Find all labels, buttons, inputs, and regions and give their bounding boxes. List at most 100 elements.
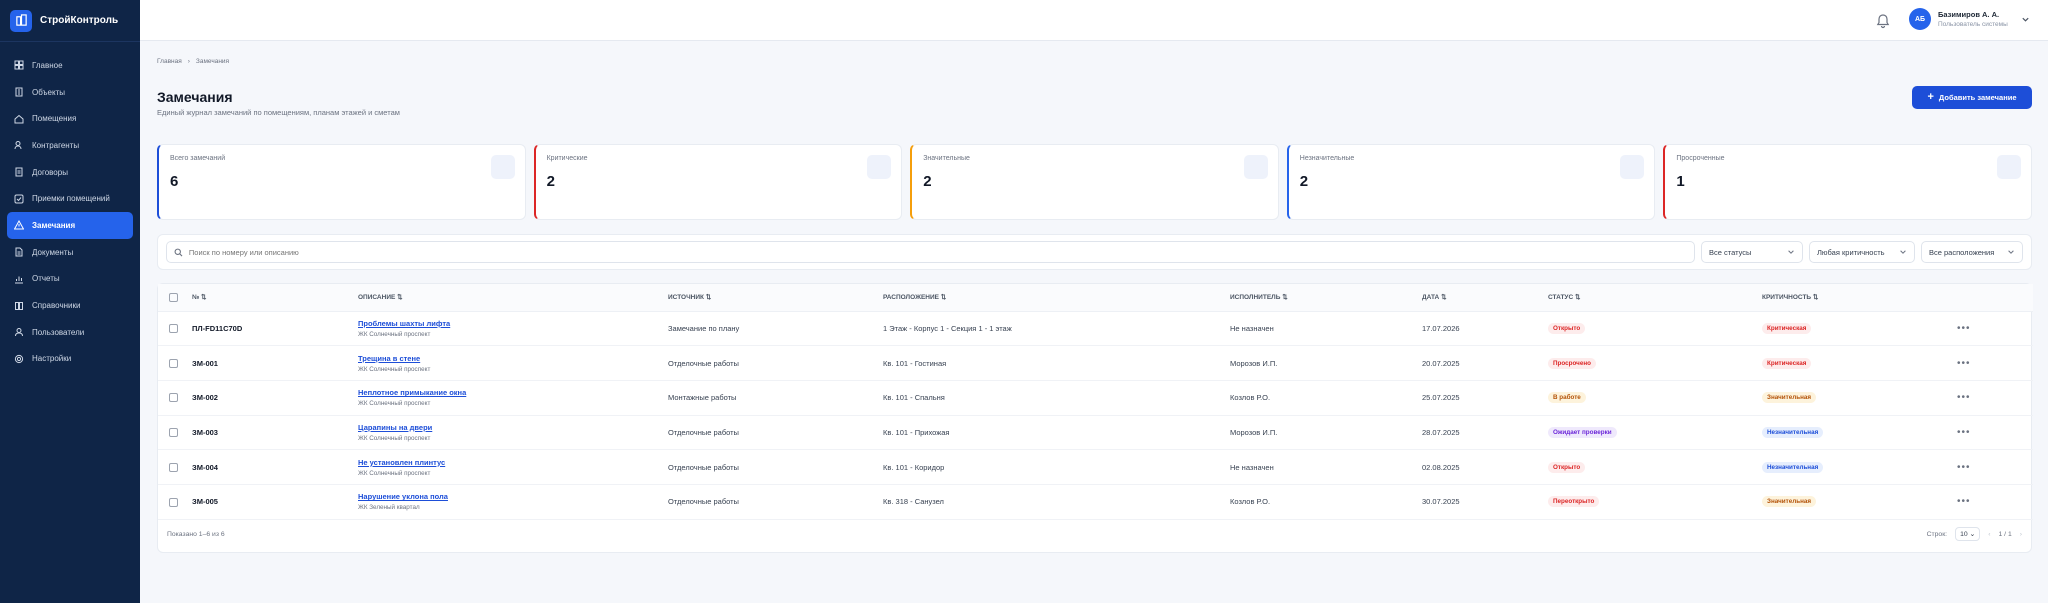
column-severity[interactable]: КРИТИЧНОСТЬ ⇅ (1762, 284, 1957, 312)
table-row[interactable]: ПЛ-FD11C70D Проблемы шахты лифта ЖК Солнеч… (158, 311, 2033, 347)
more-icon[interactable]: ••• (1957, 323, 1971, 334)
sidebar-item-label: Контрагенты (32, 140, 80, 150)
column-status[interactable]: СТАТУС ⇅ (1548, 284, 1762, 312)
location-filter[interactable]: Все расположения (1921, 241, 2023, 263)
column-number[interactable]: № ⇅ (192, 284, 358, 312)
column-actions (1957, 284, 2033, 312)
user-menu[interactable]: АБ Базимиров А. А. Пользователь системы (1909, 8, 2030, 30)
more-icon[interactable]: ••• (1957, 358, 1971, 369)
remark-title-link[interactable]: Не установлен плинтус (358, 458, 668, 467)
remark-title-link[interactable]: Нарушение уклона пола (358, 492, 668, 501)
gear-icon (14, 354, 24, 364)
column-source[interactable]: ИСТОЧНИК ⇅ (668, 284, 883, 312)
stat-card: Просроченные 1 (1663, 144, 2032, 220)
remark-date: 02.08.2025 (1422, 449, 1548, 485)
sidebar-item-label: Справочники (32, 301, 81, 311)
severity-badge: Критическая (1762, 357, 1812, 369)
grid-icon (14, 60, 24, 70)
column-date[interactable]: ДАТА ⇅ (1422, 284, 1548, 312)
remark-assignee: Не назначен (1230, 449, 1422, 485)
status-badge: В работе (1548, 392, 1586, 404)
chevron-down-icon (2022, 17, 2029, 22)
remark-title-link[interactable]: Проблемы шахты лифта (358, 319, 668, 328)
stat-icon (1243, 155, 1268, 179)
sidebar-item-10[interactable]: Пользователи (7, 319, 133, 346)
sidebar-item-5[interactable]: Приемки помещений (7, 185, 133, 212)
more-icon[interactable]: ••• (1957, 496, 1971, 507)
topbar (140, 0, 2048, 41)
add-remark-button[interactable]: + Добавить замечание (1912, 86, 2032, 109)
column-description[interactable]: ОПИСАНИЕ ⇅ (358, 284, 668, 312)
location-filter-value: Все расположения (1929, 247, 1995, 257)
row-checkbox[interactable] (169, 428, 178, 438)
search-icon (174, 248, 183, 256)
sidebar-item-7[interactable]: Документы (7, 239, 133, 266)
sidebar-item-0[interactable]: Главное (7, 52, 133, 79)
table-row[interactable]: ЗМ-005 Нарушение уклона пола ЖК Зеленый кв… (158, 484, 2033, 520)
row-checkbox[interactable] (169, 393, 178, 403)
remark-number: ЗМ-002 (192, 393, 218, 403)
stats-cards: Всего замечаний 6 Критические 2 Значительные… (157, 144, 2032, 220)
sidebar-item-8[interactable]: Отчеты (7, 266, 133, 293)
sidebar-item-6[interactable]: Замечания (7, 212, 133, 239)
table-header-row: № ⇅ ОПИСАНИЕ ⇅ ИСТОЧНИК ⇅ РАСПОЛОЖЕНИЕ ⇅… (158, 284, 2033, 312)
user-icon (15, 328, 23, 337)
remark-number: ЗМ-004 (192, 462, 218, 472)
select-all-checkbox[interactable] (169, 292, 178, 302)
column-assignee[interactable]: ИСПОЛНИТЕЛЬ ⇅ (1230, 284, 1422, 312)
severity-filter[interactable]: Любая критичность (1809, 241, 1915, 263)
remark-date: 25.07.2025 (1422, 380, 1548, 416)
remark-source: Монтажные работы (668, 380, 883, 416)
search-input[interactable] (188, 247, 1687, 257)
sidebar-item-3[interactable]: Контрагенты (7, 132, 133, 159)
table-row[interactable]: ЗМ-001 Трещина в стене ЖК Солнечный проспе… (158, 345, 2033, 381)
status-filter-value: Все статусы (1709, 247, 1752, 257)
table-row[interactable]: ЗМ-004 Не установлен плинтус ЖК Солнечный … (158, 449, 2033, 485)
more-icon[interactable]: ••• (1957, 392, 1971, 403)
sidebar-item-2[interactable]: Помещения (7, 105, 133, 132)
remark-title-link[interactable]: Трещина в стене (358, 354, 668, 363)
remark-location: Кв. 101 - Коридор (883, 449, 1230, 485)
contract-icon (15, 167, 23, 177)
table-row[interactable]: ЗМ-003 Царапины на двери ЖК Солнечный прос… (158, 415, 2033, 451)
chevron-down-icon (2008, 250, 2014, 254)
sidebar-item-4[interactable]: Договоры (7, 159, 133, 186)
status-filter[interactable]: Все статусы (1701, 241, 1803, 263)
rows-per-page-select[interactable]: 10 ⌄ (1955, 527, 1981, 541)
severity-badge: Критическая (1762, 322, 1812, 334)
next-page-icon[interactable]: › (2020, 531, 2022, 538)
row-checkbox[interactable] (169, 462, 178, 472)
bell-icon[interactable] (1874, 12, 1892, 30)
prev-page-icon[interactable]: ‹ (1988, 531, 1990, 538)
user-name: Базимиров А. А. (1938, 10, 2000, 19)
search-box[interactable] (166, 241, 1695, 263)
row-checkbox[interactable] (169, 358, 178, 368)
sidebar-item-1[interactable]: Объекты (7, 79, 133, 106)
more-icon[interactable]: ••• (1957, 427, 1971, 438)
sidebar-item-label: Приемки помещений (32, 194, 110, 204)
more-icon[interactable]: ••• (1957, 462, 1971, 473)
remark-title-link[interactable]: Царапины на двери (358, 423, 668, 432)
row-checkbox[interactable] (169, 324, 178, 334)
brand[interactable]: СтройКонтроль (0, 0, 140, 42)
sidebar-item-label: Главное (32, 60, 63, 70)
remark-number: ЗМ-003 (192, 427, 218, 437)
row-checkbox[interactable] (169, 497, 178, 507)
sidebar-item-9[interactable]: Справочники (7, 292, 133, 319)
remark-title-link[interactable]: Неплотное примыкание окна (358, 388, 668, 397)
table-row[interactable]: ЗМ-002 Неплотное примыкание окна ЖК Солнеч… (158, 380, 2033, 416)
page-title: Замечания (157, 89, 233, 105)
breadcrumb-home[interactable]: Главная (157, 58, 182, 65)
column-location[interactable]: РАСПОЛОЖЕНИЕ ⇅ (883, 284, 1230, 312)
sidebar-item-11[interactable]: Настройки (7, 346, 133, 373)
page-subtitle: Единый журнал замечаний по помещениям, п… (157, 108, 400, 117)
remark-date: 28.07.2025 (1422, 415, 1548, 451)
sidebar-item-label: Отчеты (32, 274, 60, 284)
breadcrumb-current: Замечания (195, 58, 230, 65)
building-icon (15, 87, 23, 97)
status-badge: Переоткрыто (1548, 496, 1600, 508)
stat-icon (867, 155, 892, 179)
severity-badge: Значительная (1762, 496, 1817, 508)
breadcrumb: Главная › Замечания (157, 58, 229, 65)
sidebar-item-label: Объекты (32, 87, 65, 97)
